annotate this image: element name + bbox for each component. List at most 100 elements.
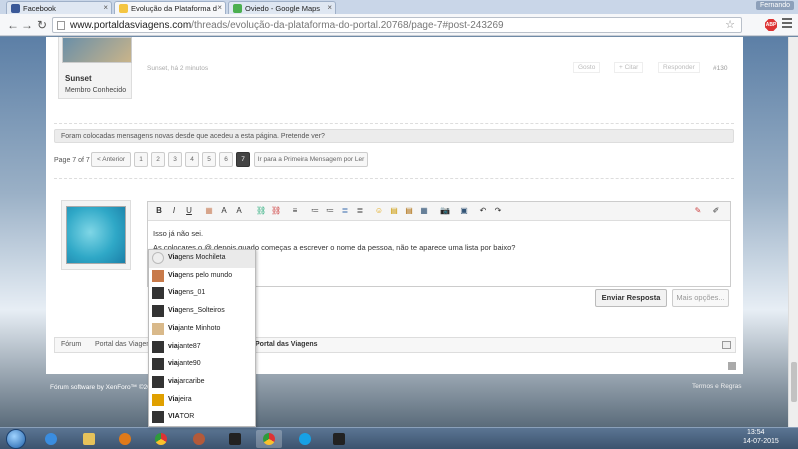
close-icon[interactable]: ×: [217, 3, 222, 12]
color-icon[interactable]: ▦: [204, 206, 214, 215]
align-icon[interactable]: ≡: [290, 206, 300, 215]
eraser-icon[interactable]: ✎: [693, 206, 703, 215]
footer-link-help[interactable]: Ajuda: [636, 363, 653, 370]
scrollbar[interactable]: [788, 37, 798, 427]
clock-date[interactable]: 14-07-2015: [743, 438, 779, 445]
mention-item[interactable]: Viajeira: [149, 392, 255, 410]
reply-button[interactable]: Responder: [658, 62, 700, 73]
terms-link[interactable]: Termos e Regras: [692, 383, 742, 390]
tab-google-maps[interactable]: Oviedo - Google Maps ×: [228, 1, 336, 14]
start-button[interactable]: [6, 429, 26, 449]
smiley-icon[interactable]: ☺: [374, 206, 384, 215]
avatar: [152, 322, 164, 335]
reload-icon[interactable]: ↻: [35, 18, 49, 32]
breadcrumb-portal[interactable]: Portal das Viagens: [95, 341, 154, 348]
page-button[interactable]: 6: [219, 152, 233, 167]
first-unread-button[interactable]: Ir para a Primeira Mensagem por Ler: [254, 152, 368, 167]
avatar: [152, 287, 164, 300]
undo-icon[interactable]: ↶: [478, 206, 488, 215]
tab-facebook[interactable]: Facebook ×: [6, 1, 112, 14]
ie-icon[interactable]: [38, 430, 64, 448]
address-bar[interactable]: www.portaldasviagens.com/threads/evoluçã…: [52, 17, 742, 33]
mention-item[interactable]: Viagens_01: [149, 285, 255, 303]
page-button[interactable]: 3: [168, 152, 182, 167]
scrollbar-thumb[interactable]: [791, 362, 797, 402]
skype-icon[interactable]: [292, 430, 318, 448]
mention-item[interactable]: Viagens_Solteiros: [149, 303, 255, 321]
prev-post-username[interactable]: Sunset: [65, 74, 92, 83]
bullet-list-icon[interactable]: ≔: [310, 206, 320, 215]
system-tray[interactable]: [680, 432, 798, 446]
save-draft-icon[interactable]: ▣: [459, 206, 469, 215]
mention-item[interactable]: viajante87: [149, 339, 255, 357]
copyright[interactable]: Fórum software by XenForo™ ©2010: [50, 384, 158, 391]
reply-avatar[interactable]: [66, 206, 126, 264]
prev-page-button[interactable]: < Anterior: [91, 152, 131, 167]
like-button[interactable]: Gosto: [573, 62, 601, 73]
prev-post-avatar[interactable]: [62, 37, 132, 63]
unlink-icon[interactable]: ⛓: [271, 206, 281, 215]
explorer-icon[interactable]: [76, 430, 102, 448]
media-icon[interactable]: ▤: [404, 206, 414, 215]
app-icon[interactable]: [186, 430, 212, 448]
app-icon[interactable]: [326, 430, 352, 448]
underline-icon[interactable]: U: [184, 206, 194, 215]
chrome-active-icon[interactable]: [256, 430, 282, 448]
jump-menu-icon[interactable]: [722, 341, 731, 349]
clock-time[interactable]: 13:54: [747, 429, 765, 436]
menu-icon[interactable]: [782, 18, 792, 30]
divider: [54, 123, 734, 124]
tab-evolucao[interactable]: Evolução da Plataforma d ×: [114, 1, 226, 14]
mention-item[interactable]: viajarcaribe: [149, 374, 255, 392]
rss-icon[interactable]: [728, 362, 736, 370]
mention-item[interactable]: viajante90: [149, 356, 255, 374]
quote-button[interactable]: + Citar: [614, 62, 644, 73]
image-icon[interactable]: ▤: [389, 206, 399, 215]
code-icon[interactable]: ▦: [419, 206, 429, 215]
page-button[interactable]: 2: [151, 152, 165, 167]
language-selector[interactable]: Português (pt-PT): [52, 363, 104, 370]
browser-user-badge[interactable]: Fernando: [756, 1, 794, 10]
toggle-bbcode-icon[interactable]: ✐: [711, 206, 721, 215]
bold-icon[interactable]: B: [154, 206, 164, 215]
mention-item[interactable]: Viagens Mochileta: [149, 250, 255, 268]
more-options-button[interactable]: Mais opções...: [672, 289, 729, 307]
adblock-icon[interactable]: ABP: [765, 19, 777, 31]
bookmark-star-icon[interactable]: ☆: [725, 18, 735, 31]
outdent-icon[interactable]: ≣: [340, 206, 350, 215]
footer-link-contact[interactable]: Contacte-nos: [586, 363, 625, 370]
back-icon[interactable]: ←: [6, 18, 20, 32]
avatar: [152, 411, 164, 424]
footer-link-top[interactable]: Para o Topo: [685, 363, 720, 370]
send-reply-button[interactable]: Enviar Resposta: [595, 289, 667, 307]
mention-item[interactable]: VIATOR: [149, 409, 255, 427]
footer-link-home[interactable]: Início: [660, 363, 676, 370]
media-player-icon[interactable]: [112, 430, 138, 448]
font-family-icon[interactable]: A: [234, 206, 244, 215]
mention-item[interactable]: Viajante Minhoto: [149, 321, 255, 339]
page-icon: [57, 21, 65, 30]
numbered-list-icon[interactable]: ≔: [325, 206, 335, 215]
link-icon[interactable]: ⛓: [256, 206, 266, 215]
redo-icon[interactable]: ↷: [493, 206, 503, 215]
camera-icon[interactable]: 📷: [440, 206, 450, 215]
app-icon[interactable]: [222, 430, 248, 448]
forward-icon[interactable]: →: [20, 18, 34, 32]
chrome-icon[interactable]: [148, 430, 174, 448]
close-icon[interactable]: ×: [327, 3, 332, 12]
font-size-icon[interactable]: A: [219, 206, 229, 215]
page-button[interactable]: 1: [134, 152, 148, 167]
page-button-current[interactable]: 7: [236, 152, 250, 167]
new-messages-notice[interactable]: Foram colocadas mensagens novas desde qu…: [54, 129, 734, 143]
avatar: [152, 375, 164, 388]
page-button[interactable]: 5: [202, 152, 216, 167]
mention-item[interactable]: Viagens pelo mundo: [149, 268, 255, 286]
indent-icon[interactable]: ≣: [355, 206, 365, 215]
close-icon[interactable]: ×: [103, 3, 108, 12]
prev-post-meta[interactable]: Sunset, há 2 minutos: [147, 65, 208, 72]
breadcrumb-current[interactable]: Portal das Viagens: [255, 341, 318, 348]
page-button[interactable]: 4: [185, 152, 199, 167]
italic-icon[interactable]: I: [169, 206, 179, 215]
breadcrumb-forum[interactable]: Fórum: [61, 341, 81, 348]
post-number[interactable]: #130: [713, 65, 727, 72]
